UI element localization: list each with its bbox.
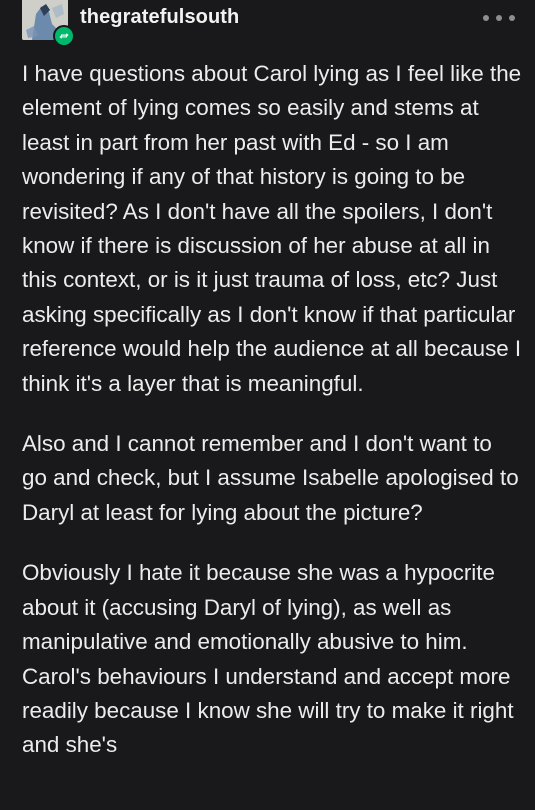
username-link[interactable]: thegratefulsouth [80,6,239,29]
post-body: I have questions about Carol lying as I … [22,57,522,789]
more-dot [483,15,489,21]
more-dot [496,15,502,21]
post-paragraph: Obviously I hate it because she was a hy… [22,560,514,758]
post-card: thegratefulsouth I have questions about … [0,0,535,810]
more-dot [509,15,515,21]
reblog-icon [53,25,75,47]
post-paragraph: I have questions about Carol lying as I … [22,61,522,396]
post-paragraph: Also and I cannot remember and I don't w… [22,431,519,525]
more-options-icon[interactable] [483,10,515,26]
post-header: thegratefulsouth [0,0,535,50]
